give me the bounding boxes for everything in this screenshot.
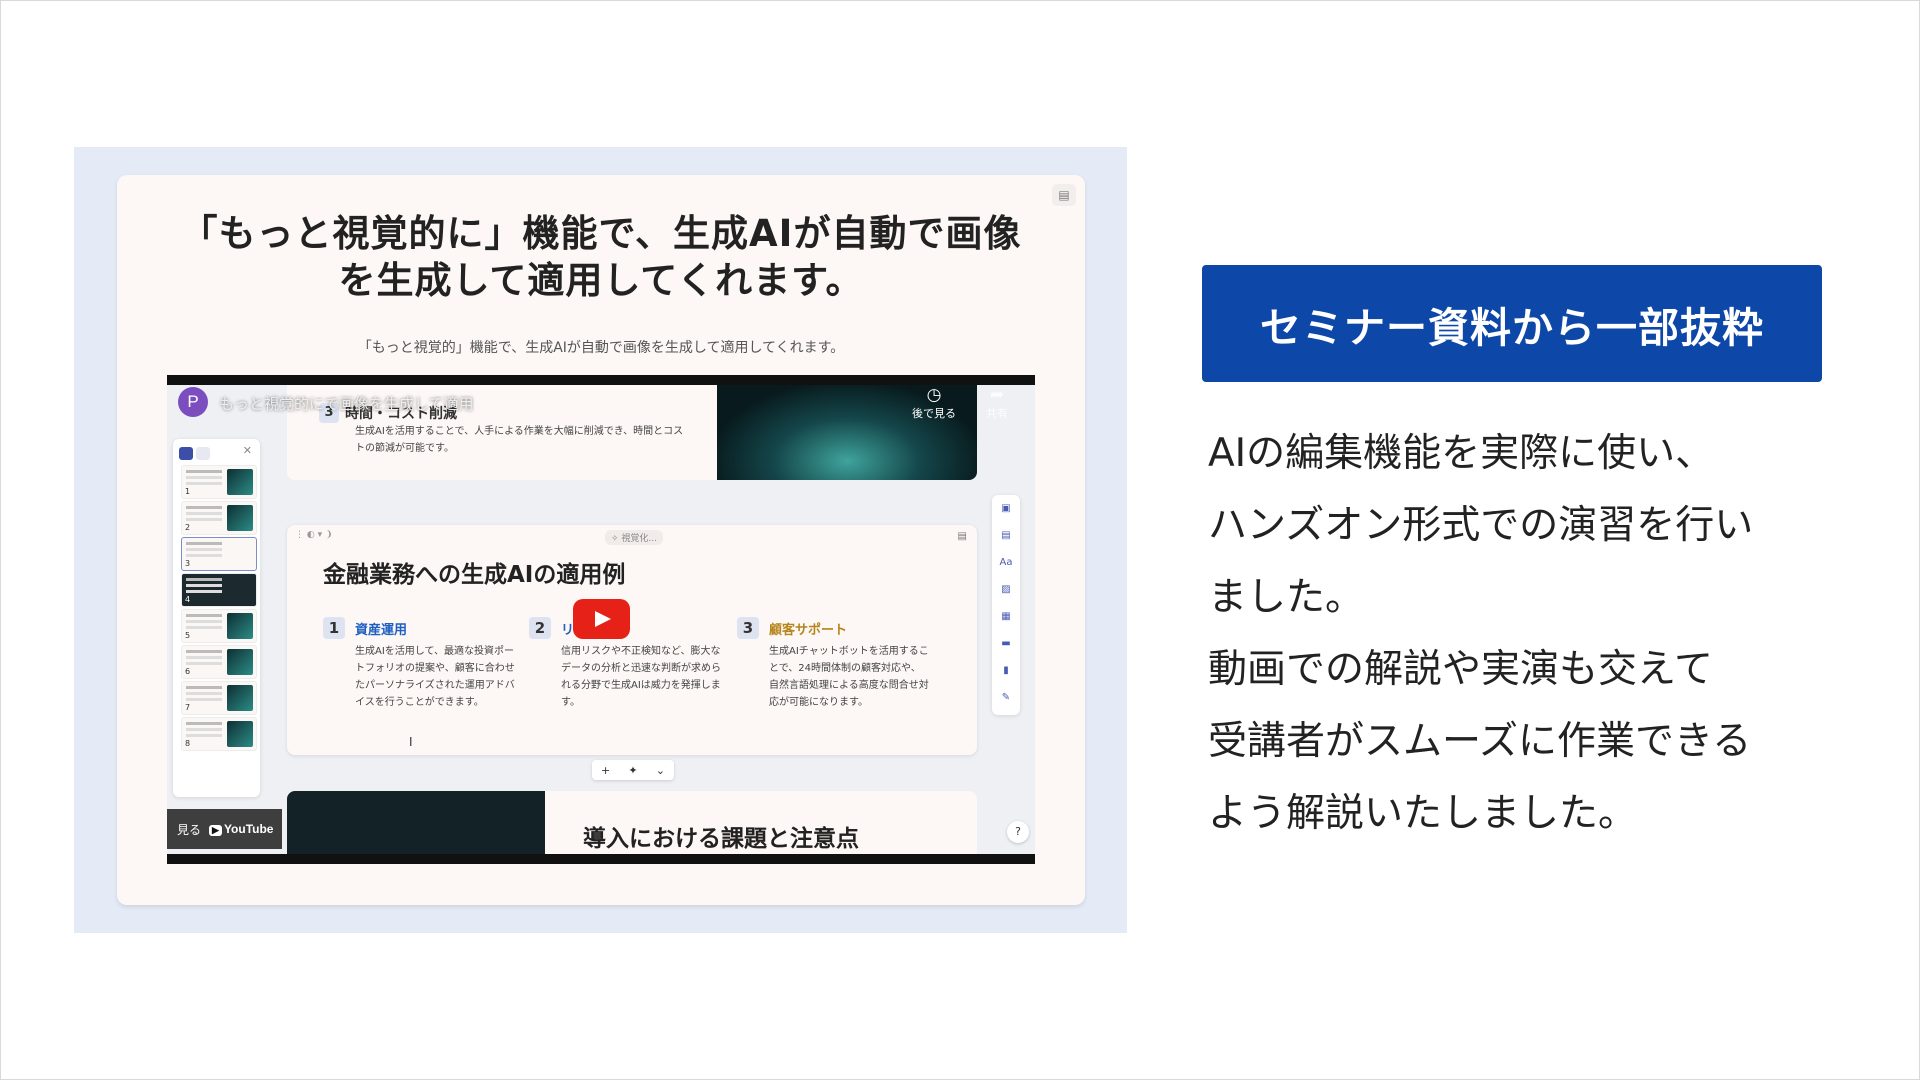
block-tool-icon[interactable]: ▦	[992, 603, 1020, 630]
description-line: ハンズオン形式での演習を行い	[1208, 503, 1754, 548]
thumbnail-number: 5	[185, 631, 191, 640]
video-top-bar	[167, 375, 1035, 385]
slide-toolbar[interactable]: ⋮ ◐ ▾ ❩	[295, 530, 333, 540]
thumbnail-number: 3	[185, 559, 191, 568]
description-text: AIの編集機能を実際に使い、 ハンズオン形式での演習を行い ました。 動画での解…	[1208, 418, 1808, 850]
slide3-heading: 導入における課題と注意点	[583, 826, 859, 852]
text-tool-icon[interactable]: Aa	[992, 549, 1020, 576]
thumbnail-number: 4	[185, 595, 191, 604]
thumbnail-number: 1	[185, 487, 191, 496]
video-title[interactable]: もっと視覚的にで画像を生成して適用	[219, 393, 474, 414]
channel-avatar[interactable]: P	[178, 387, 208, 417]
text-cursor-icon: I	[409, 735, 413, 749]
watch-on-youtube-button[interactable]: 見る ▶ YouTube	[167, 809, 282, 849]
table-tool-icon[interactable]: ▬	[992, 630, 1020, 657]
video-bottom-bar	[167, 854, 1035, 864]
grid-view-icon[interactable]	[179, 447, 193, 460]
excerpt-badge: セミナー資料から一部抜粋	[1202, 265, 1822, 382]
card-tool-icon[interactable]: ▣	[992, 495, 1020, 522]
clock-icon: ◷	[926, 385, 942, 405]
document-icon[interactable]: ▤	[1052, 184, 1076, 206]
description-line: AIの編集機能を実際に使い、	[1208, 431, 1715, 476]
slide-title-line2: を生成して適用してくれます。	[338, 259, 864, 302]
share-button[interactable]: ➦ 共有	[977, 385, 1017, 421]
column-number: 3	[737, 617, 759, 639]
youtube-logo: ▶ YouTube	[209, 822, 273, 836]
slide-thumbnail-panel: ✕ 1 2 3 4 5 6 7 8	[173, 439, 260, 797]
close-icon[interactable]: ✕	[243, 444, 252, 457]
right-tool-palette: ▣ ▤ Aa ▨ ▦ ▬ ▮ ✎	[992, 495, 1020, 715]
ai-sparkle-icon[interactable]: ✦	[628, 764, 637, 777]
add-icon[interactable]: +	[601, 764, 610, 777]
list-view-icon[interactable]	[196, 447, 210, 460]
description-line: ました。	[1208, 575, 1365, 620]
column-text: 生成AIチャットボットを活用することで、24時間体制の顧客対応や、自然言語処理に…	[769, 646, 929, 708]
description-line: よう解説いたしました。	[1208, 791, 1638, 836]
visualize-chip[interactable]: ✧ 視覚化...	[605, 530, 663, 545]
thumbnail-6[interactable]: 6	[181, 645, 257, 679]
thumbnail-7[interactable]: 7	[181, 681, 257, 715]
layout-tool-icon[interactable]: ▤	[992, 522, 1020, 549]
watch-later-label: 後で見る	[912, 407, 956, 420]
slide-settings-icon[interactable]: ▤	[958, 531, 967, 542]
description-line: 受講者がスムーズに作業できる	[1208, 719, 1752, 764]
thumbnail-number: 6	[185, 667, 191, 676]
thumbnail-1[interactable]: 1	[181, 465, 257, 499]
thumbnail-number: 2	[185, 523, 191, 532]
thumbnail-number: 7	[185, 703, 191, 712]
slide-title: 「もっと視覚的に」機能で、生成AIが自動で画像 を生成して適用してくれます。	[152, 210, 1050, 304]
column-text: 信用リスクや不正検知など、膨大なデータの分析と迅速な判断が求められる分野で生成A…	[561, 646, 721, 708]
slide-challenges: 導入における課題と注意点	[287, 791, 977, 861]
thumbnail-2[interactable]: 2	[181, 501, 257, 535]
column-title: 顧客サポート	[769, 623, 848, 638]
thumbnail-5[interactable]: 5	[181, 609, 257, 643]
edit-tool-icon[interactable]: ✎	[992, 684, 1020, 711]
thumbnail-4[interactable]: 4	[181, 573, 257, 607]
youtube-embed[interactable]: 3 時間・コスト削減 生成AIを活用することで、人手による作業を大幅に削減でき、…	[167, 375, 1035, 864]
slide2-heading: 金融業務への生成AIの適用例	[323, 562, 626, 588]
chevron-down-icon[interactable]: ⌄	[656, 764, 665, 777]
thumbnail-view-toggle[interactable]	[179, 445, 217, 460]
watch-label: 見る	[177, 822, 202, 837]
add-slide-toolbar[interactable]: + ✦ ⌄	[592, 760, 674, 780]
slide1-text: 生成AIを活用することで、人手による作業を大幅に削減でき、時間とコストの節減が可…	[355, 426, 684, 454]
share-label: 共有	[986, 407, 1008, 420]
share-arrow-icon: ➦	[989, 385, 1005, 405]
column-title: 資産運用	[355, 623, 408, 638]
youtube-play-button[interactable]	[573, 599, 630, 639]
slide-subtitle: 「もっと視覚的」機能で、生成AIが自動で画像を生成して適用してくれます。	[357, 340, 845, 356]
column-text: 生成AIを活用して、最適な投資ポートフォリオの提案や、顧客に合わせたパーソナライ…	[355, 646, 515, 708]
slide-finance-applications: ⋮ ◐ ▾ ❩ ✧ 視覚化... ▤ 金融業務への生成AIの適用例 1 資産運用…	[287, 525, 977, 755]
help-button[interactable]: ?	[1007, 821, 1029, 843]
column-number: 2	[529, 617, 551, 639]
slide-title-line1: 「もっと視覚的に」機能で、生成AIが自動で画像	[180, 212, 1022, 255]
image-tool-icon[interactable]: ▨	[992, 576, 1020, 603]
description-line: 動画での解説や実演も交えて	[1208, 647, 1714, 692]
thumbnail-number: 8	[185, 739, 191, 748]
slide3-image	[287, 791, 545, 861]
youtube-wordmark: YouTube	[223, 822, 274, 836]
thumbnail-3[interactable]: 3	[181, 537, 257, 571]
watch-later-button[interactable]: ◷ 後で見る	[909, 385, 959, 421]
chart-tool-icon[interactable]: ▮	[992, 657, 1020, 684]
thumbnail-8[interactable]: 8	[181, 717, 257, 751]
column-number: 1	[323, 617, 345, 639]
